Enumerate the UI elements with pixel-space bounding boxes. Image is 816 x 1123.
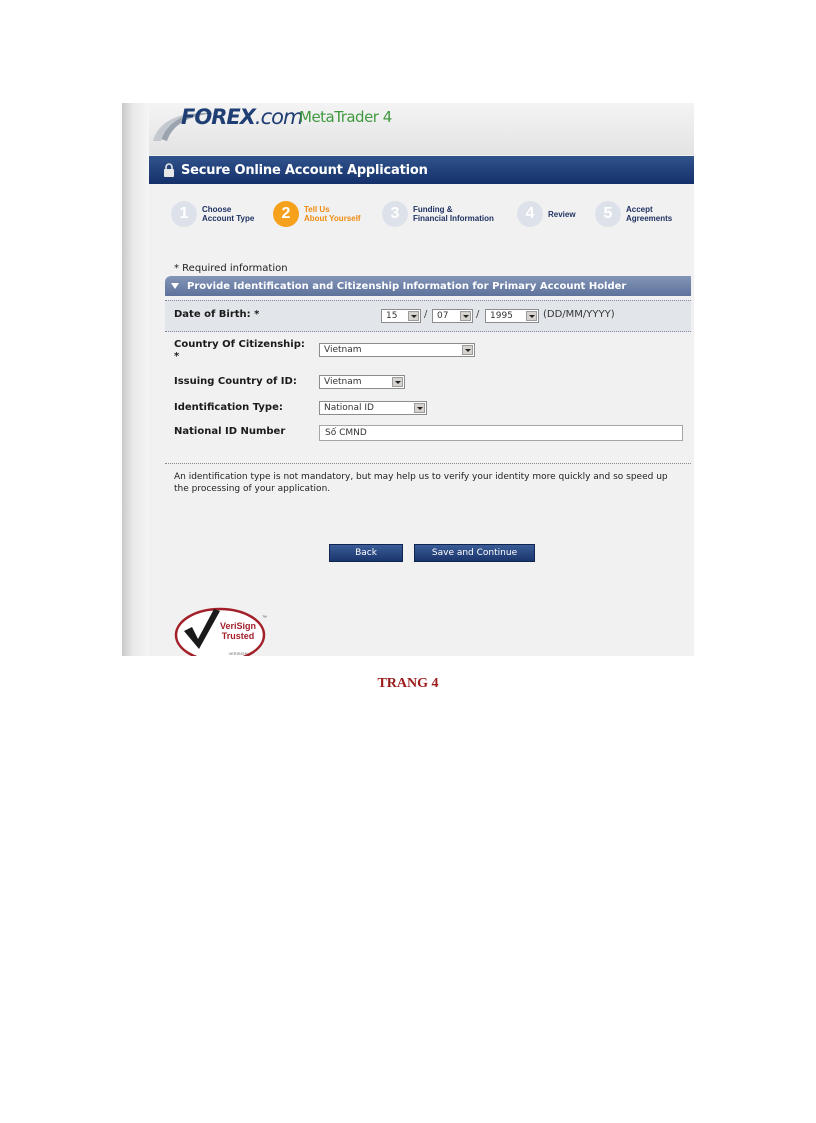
page-title: Secure Online Account Application: [181, 162, 428, 178]
id-number-label: National ID Number: [174, 426, 286, 437]
back-button[interactable]: Back: [329, 544, 403, 562]
section-header[interactable]: Provide Identification and Citizenship I…: [165, 276, 691, 296]
citizenship-label: Country Of Citizenship:: [174, 339, 305, 350]
section-title: Provide Identification and Citizenship I…: [187, 280, 627, 292]
dob-label: Date of Birth: *: [174, 309, 260, 320]
step-number: 3: [382, 201, 408, 227]
screenshot-frame: FOREX.com MetaTrader 4 Secure Online Acc…: [122, 103, 694, 656]
chevron-down-icon: [392, 377, 403, 387]
step-label: Accept Agreements: [626, 205, 673, 223]
dob-month-select[interactable]: 07: [432, 309, 473, 323]
id-note: An identification type is not mandatory,…: [174, 472, 668, 494]
step-label: Tell Us About Yourself: [304, 205, 361, 223]
issuing-country-label: Issuing Country of ID:: [174, 376, 297, 387]
verisign-trusted-seal[interactable]: VeriSign Trusted ™ VERISIGN: [174, 605, 274, 656]
chevron-down-icon: [460, 311, 471, 321]
dob-row: Date of Birth: * 15 / 07 / 1995 (DD/MM/Y…: [165, 300, 691, 332]
step-tell-us-about-yourself: 2 Tell Us About Yourself: [273, 201, 361, 227]
step-review: 4 Review: [517, 201, 576, 227]
metatrader-logo: MetaTrader 4: [299, 108, 392, 126]
required-note: * Required information: [174, 263, 288, 274]
step-label: Review: [548, 209, 576, 219]
id-type-select[interactable]: National ID: [319, 401, 427, 415]
seal-sub: VERISIGN: [228, 651, 247, 656]
citizenship-select[interactable]: Vietnam: [319, 343, 475, 357]
page-caption: TRANG 4: [377, 676, 439, 691]
seal-line1: VeriSign: [220, 621, 256, 631]
date-separator: /: [424, 309, 428, 320]
step-label: Choose Account Type: [202, 205, 255, 223]
step-number: 2: [273, 201, 299, 227]
save-and-continue-button[interactable]: Save and Continue: [414, 544, 535, 562]
step-accept-agreements: 5 Accept Agreements: [595, 201, 672, 227]
id-number-input[interactable]: Số CMND: [319, 425, 683, 441]
step-number: 5: [595, 201, 621, 227]
lock-icon: [164, 163, 174, 177]
chevron-down-icon: [462, 345, 473, 355]
chevron-down-icon: [408, 311, 419, 321]
citizenship-required-mark: *: [174, 351, 180, 362]
seal-line2: Trusted: [222, 631, 255, 641]
header: FOREX.com MetaTrader 4: [149, 103, 694, 155]
step-number: 1: [171, 201, 197, 227]
issuing-country-select[interactable]: Vietnam: [319, 375, 405, 389]
date-separator: /: [476, 309, 480, 320]
step-number: 4: [517, 201, 543, 227]
id-type-label: Identification Type:: [174, 402, 283, 413]
seal-trademark: ™: [262, 615, 267, 621]
step-funding-financial: 3 Funding & Financial Information: [382, 201, 494, 227]
forex-logo[interactable]: FOREX.com: [181, 105, 303, 129]
title-bar: Secure Online Account Application: [149, 156, 694, 184]
collapse-triangle-icon[interactable]: [171, 283, 179, 289]
left-rail: [122, 103, 149, 656]
dob-day-select[interactable]: 15: [381, 309, 421, 323]
step-label: Funding & Financial Information: [413, 205, 494, 223]
chevron-down-icon: [414, 403, 425, 413]
divider: [165, 463, 691, 464]
chevron-down-icon: [526, 311, 537, 321]
progress-steps: 1 Choose Account Type 2 Tell Us About Yo…: [171, 201, 691, 237]
step-choose-account-type: 1 Choose Account Type: [171, 201, 254, 227]
dob-year-select[interactable]: 1995: [485, 309, 539, 323]
date-format-hint: (DD/MM/YYYY): [543, 309, 615, 320]
